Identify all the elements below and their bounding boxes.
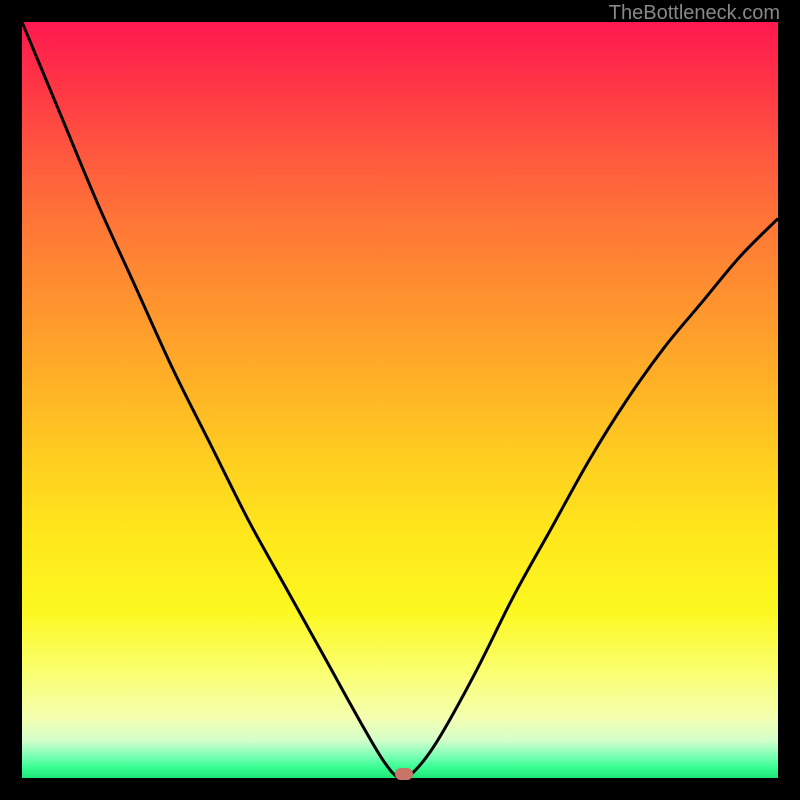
bottleneck-curve-path [22,22,778,778]
bottleneck-chart [22,22,778,778]
curve-svg [22,22,778,778]
optimal-point-marker [395,768,413,780]
watermark-text: TheBottleneck.com [609,2,780,25]
